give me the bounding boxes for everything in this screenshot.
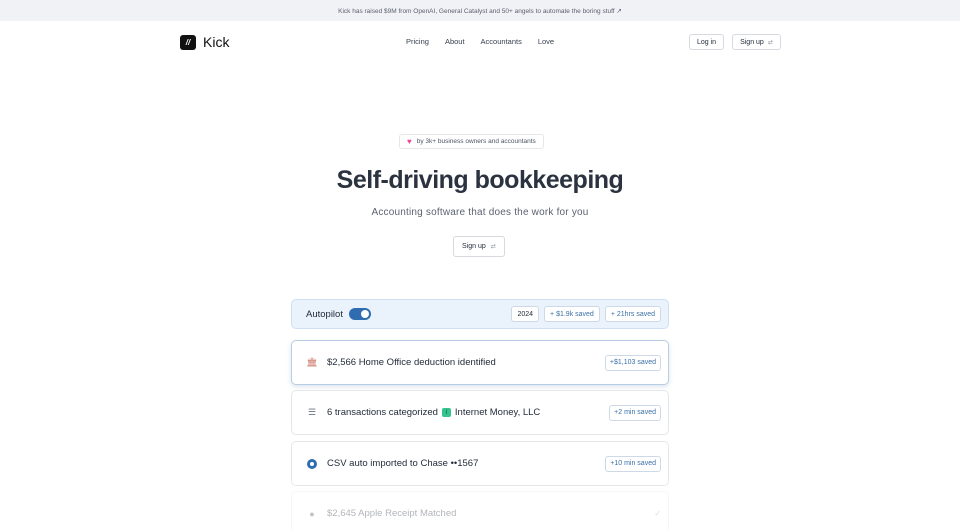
kick-logo-icon: //	[180, 34, 196, 50]
feed-item-receipt-matched[interactable]: ● $2,645 Apple Receipt Matched ✓	[291, 491, 669, 531]
feed-item-text: $2,566 Home Office deduction identified	[327, 357, 496, 368]
apple-icon: ●	[309, 508, 315, 519]
check-icon: ✓	[654, 509, 661, 518]
auth-buttons: Log in Sign up ⇄	[689, 34, 781, 50]
page-subtitle: Accounting software that does the work f…	[371, 207, 589, 218]
feed-item-text: 6 transactions categorized	[327, 407, 438, 418]
feed-item-text-wrap: 6 transactions categorized I Internet Mo…	[327, 407, 540, 418]
hero-signup-button[interactable]: Sign up ⇄	[453, 236, 505, 257]
nav-link-about[interactable]: About	[445, 37, 465, 46]
nav-link-pricing[interactable]: Pricing	[406, 37, 429, 46]
saved-pill: +2 min saved	[609, 404, 661, 421]
autopilot-bar: Autopilot 2024 + $1.9k saved + 21hrs sav…	[291, 299, 669, 329]
brand-logo[interactable]: // Kick	[180, 34, 229, 50]
arrow-icon: ⇄	[490, 244, 496, 250]
signup-button[interactable]: Sign up ⇄	[732, 34, 781, 50]
announcement-bar[interactable]: Kick has raised $9M from OpenAI, General…	[0, 0, 960, 21]
autopilot-toggle[interactable]	[348, 308, 371, 320]
feed-item-text: CSV auto imported to Chase ••1567	[327, 458, 479, 469]
autopilot-stats: 2024 + $1.9k saved + 21hrs saved	[511, 306, 661, 322]
chase-icon	[306, 458, 318, 469]
feed-item-text: $2,645 Apple Receipt Matched	[327, 508, 457, 519]
feed-item-categorized[interactable]: ☰ 6 transactions categorized I Internet …	[291, 390, 669, 435]
nav-link-accountants[interactable]: Accountants	[481, 37, 522, 46]
list-icon: ☰	[307, 407, 317, 417]
nav-link-love[interactable]: Love	[538, 37, 554, 46]
saved-pill: +$1,103 saved	[604, 354, 661, 371]
signup-label: Sign up	[740, 38, 764, 46]
merchant-name: Internet Money, LLC	[454, 407, 541, 418]
page-title: Self-driving bookkeeping	[336, 166, 624, 194]
feed-item-home-office[interactable]: 🏛 $2,566 Home Office deduction identifie…	[291, 340, 669, 385]
feed-item-csv-import[interactable]: CSV auto imported to Chase ••1567 +10 mi…	[291, 441, 669, 486]
autopilot-label: Autopilot	[306, 308, 343, 320]
bank-icon: 🏛	[306, 357, 318, 367]
hero-signup-label: Sign up	[462, 243, 486, 250]
badge-text: by 3k+ business owners and accountants	[416, 138, 536, 145]
social-proof-badge: ♥ by 3k+ business owners and accountants	[399, 134, 544, 149]
heart-icon: ♥	[407, 137, 412, 146]
login-label: Log in	[697, 38, 717, 46]
announcement-text[interactable]: Kick has raised $9M from OpenAI, General…	[338, 7, 622, 15]
year-selector[interactable]: 2024	[511, 306, 540, 322]
main-nav: Pricing About Accountants Love	[406, 37, 554, 46]
merchant-icon: I	[441, 408, 451, 417]
time-saved-chip: + 21hrs saved	[604, 306, 661, 322]
brand-name: Kick	[203, 34, 230, 50]
login-button[interactable]: Log in	[689, 34, 725, 50]
saved-pill: +10 min saved	[605, 455, 661, 472]
arrow-icon: ⇄	[767, 39, 773, 46]
money-saved-chip: + $1.9k saved	[544, 306, 600, 322]
